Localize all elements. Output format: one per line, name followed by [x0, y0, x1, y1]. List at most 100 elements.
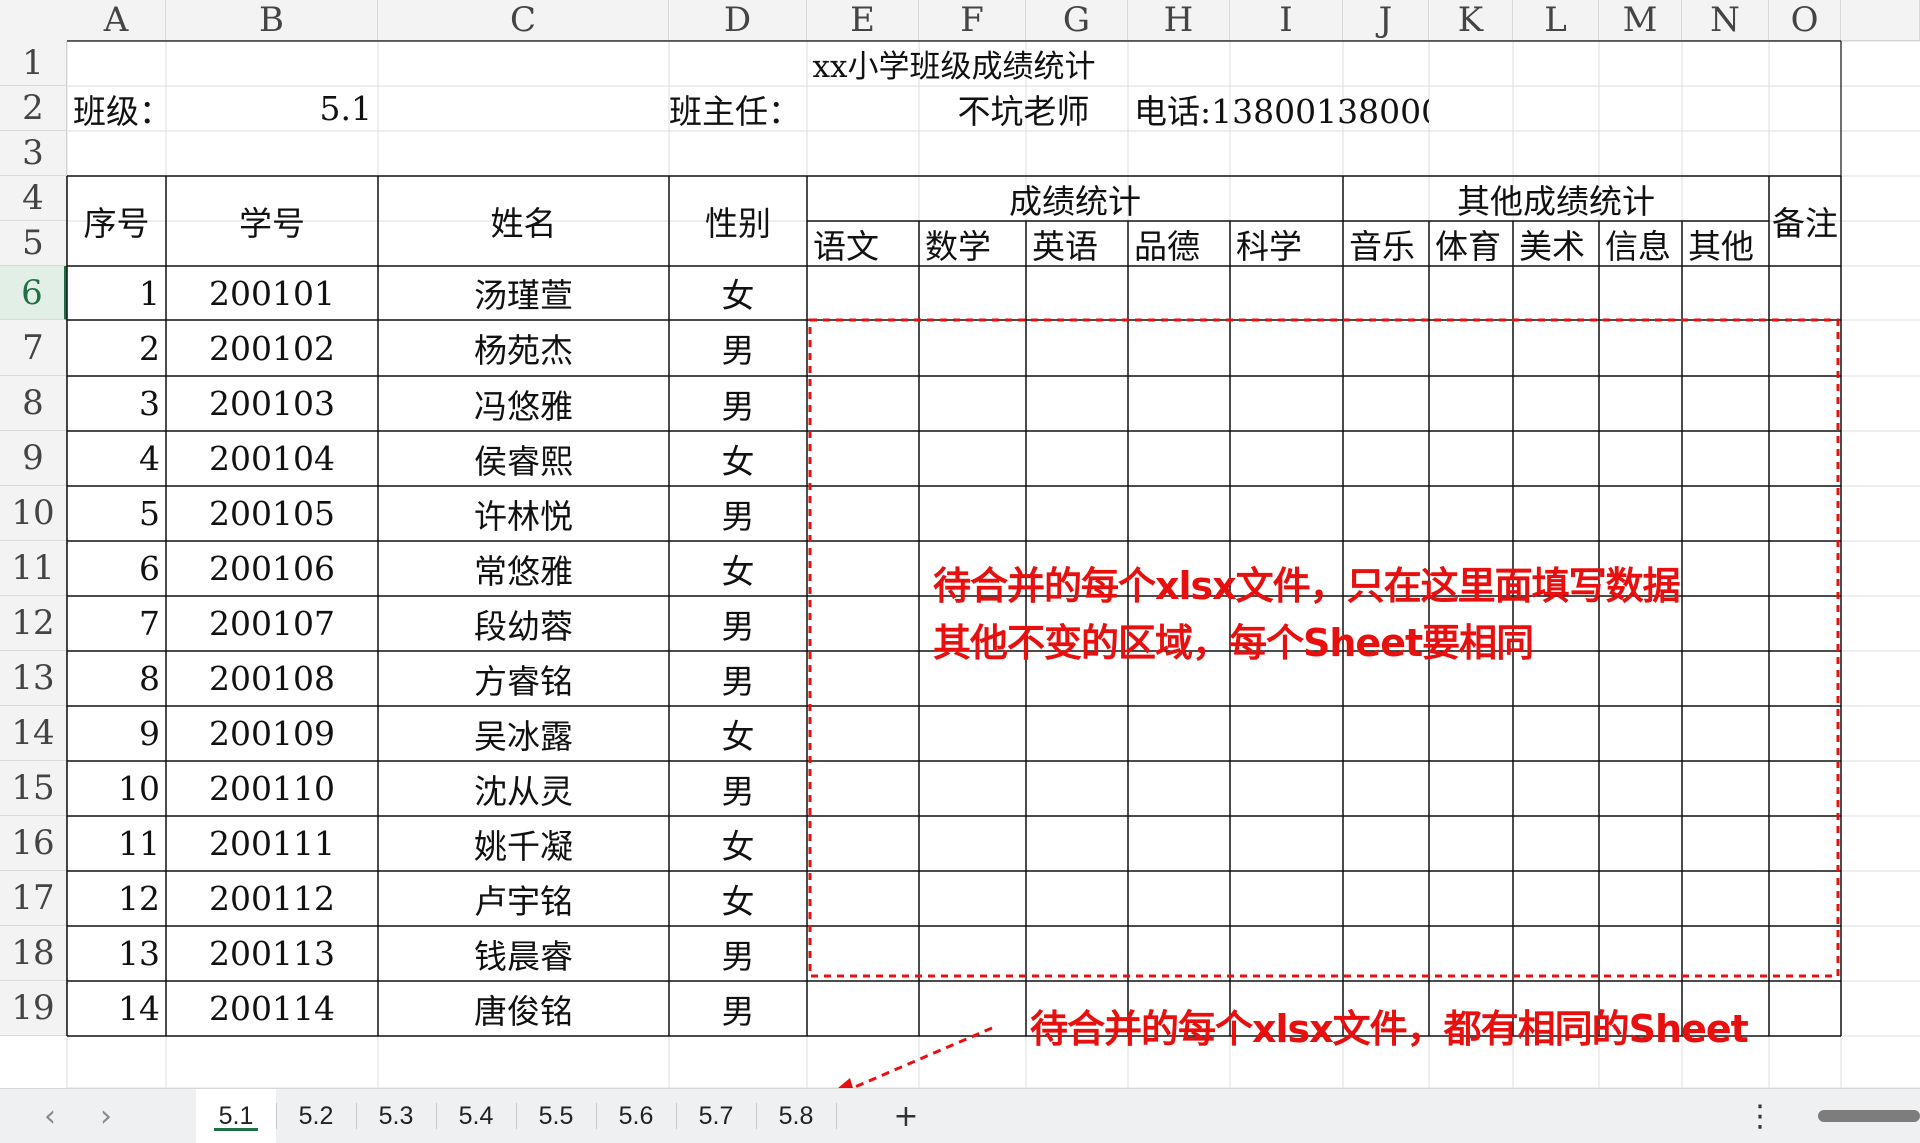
sheet-tab-5-2[interactable]: 5.2	[276, 1089, 356, 1143]
spreadsheet-grid[interactable]: ABCDEFGHIJKLMNO 1 2 3 4 5 6 7 8 9 10 11 12 13 14 15 16 1…	[0, 0, 1920, 1088]
student-seq[interactable]: 11	[67, 816, 166, 871]
student-name[interactable]: 常悠雅	[378, 541, 669, 596]
sheet-title[interactable]: xx小学班级成绩统计	[67, 41, 1841, 86]
header-name[interactable]: 姓名	[378, 176, 669, 266]
header-subject-8[interactable]: 美术	[1513, 221, 1599, 266]
student-name[interactable]: 吴冰露	[378, 706, 669, 761]
student-seq[interactable]: 14	[67, 981, 166, 1036]
sheet-tab-bar: ‹ › 5.1 5.2 5.3 5.4 5.5 5.6 5.7 5.8 + ⋮	[0, 1088, 1920, 1143]
student-gender[interactable]: 女	[669, 706, 807, 761]
student-id[interactable]: 200112	[166, 871, 378, 926]
student-id[interactable]: 200104	[166, 431, 378, 486]
student-gender[interactable]: 男	[669, 596, 807, 651]
student-gender[interactable]: 女	[669, 266, 807, 320]
student-gender[interactable]: 男	[669, 651, 807, 706]
student-gender[interactable]: 男	[669, 376, 807, 431]
student-id[interactable]: 200105	[166, 486, 378, 541]
sheet-tab-label: 5.8	[778, 1101, 814, 1130]
header-subject-6[interactable]: 音乐	[1343, 221, 1429, 266]
header-subject-5[interactable]: 科学	[1230, 221, 1343, 266]
student-seq[interactable]: 3	[67, 376, 166, 431]
annotation-fill-line2: 其他不变的区域，每个Sheet要相同	[933, 621, 1534, 665]
student-seq[interactable]: 10	[67, 761, 166, 816]
add-sheet-button[interactable]: +	[886, 1089, 926, 1143]
sheet-tab-label: 5.2	[298, 1101, 334, 1130]
sheet-tab-5-6[interactable]: 5.6	[596, 1089, 676, 1143]
student-name[interactable]: 钱晨睿	[378, 926, 669, 981]
class-value[interactable]: 5.1	[166, 86, 378, 131]
student-name[interactable]: 方睿铭	[378, 651, 669, 706]
student-name[interactable]: 沈从灵	[378, 761, 669, 816]
sheet-tab-5-3[interactable]: 5.3	[356, 1089, 436, 1143]
header-subject-2[interactable]: 数学	[919, 221, 1026, 266]
header-subject-7[interactable]: 体育	[1429, 221, 1513, 266]
header-subject-1[interactable]: 语文	[807, 221, 919, 266]
student-name[interactable]: 段幼蓉	[378, 596, 669, 651]
student-seq[interactable]: 9	[67, 706, 166, 761]
student-id[interactable]: 200113	[166, 926, 378, 981]
header-subject-10[interactable]: 其他	[1682, 221, 1769, 266]
student-id[interactable]: 200111	[166, 816, 378, 871]
student-name[interactable]: 侯睿熙	[378, 431, 669, 486]
class-label[interactable]: 班级：	[67, 86, 166, 131]
student-name[interactable]: 汤瑾萱	[378, 266, 669, 320]
header-remark[interactable]: 备注	[1769, 176, 1841, 266]
student-id[interactable]: 200108	[166, 651, 378, 706]
student-name[interactable]: 姚千凝	[378, 816, 669, 871]
student-gender[interactable]: 女	[669, 871, 807, 926]
student-seq[interactable]: 6	[67, 541, 166, 596]
more-vertical-icon: ⋮	[1745, 1098, 1775, 1134]
sheet-tab-5-8[interactable]: 5.8	[756, 1089, 836, 1143]
student-name[interactable]: 唐俊铭	[378, 981, 669, 1036]
student-seq[interactable]: 13	[67, 926, 166, 981]
header-subject-4[interactable]: 品德	[1128, 221, 1230, 266]
student-seq[interactable]: 8	[67, 651, 166, 706]
teacher-name[interactable]: 不坑老师	[919, 86, 1128, 131]
sheet-tab-5-4[interactable]: 5.4	[436, 1089, 516, 1143]
annotation-sheet-note: 待合并的每个xlsx文件，都有相同的Sheet	[1030, 1007, 1749, 1051]
prev-sheet-button[interactable]: ‹	[30, 1089, 70, 1143]
student-seq[interactable]: 7	[67, 596, 166, 651]
student-gender[interactable]: 男	[669, 926, 807, 981]
student-name[interactable]: 杨苑杰	[378, 320, 669, 376]
header-seq[interactable]: 序号	[67, 176, 166, 266]
header-gender[interactable]: 性别	[669, 176, 807, 266]
student-id[interactable]: 200110	[166, 761, 378, 816]
header-score-group[interactable]: 成绩统计	[807, 176, 1343, 221]
sheet-tab-label: 5.5	[538, 1101, 574, 1130]
student-name[interactable]: 卢宇铭	[378, 871, 669, 926]
student-id[interactable]: 200102	[166, 320, 378, 376]
teacher-label[interactable]: 班主任：	[669, 86, 807, 131]
student-id[interactable]: 200114	[166, 981, 378, 1036]
student-id[interactable]: 200101	[166, 266, 378, 320]
student-seq[interactable]: 4	[67, 431, 166, 486]
student-gender[interactable]: 女	[669, 816, 807, 871]
sheet-tab-5-7[interactable]: 5.7	[676, 1089, 756, 1143]
student-gender[interactable]: 男	[669, 320, 807, 376]
student-gender[interactable]: 男	[669, 981, 807, 1036]
student-seq[interactable]: 5	[67, 486, 166, 541]
student-seq[interactable]: 12	[67, 871, 166, 926]
student-id[interactable]: 200109	[166, 706, 378, 761]
student-gender[interactable]: 女	[669, 431, 807, 486]
more-options-button[interactable]: ⋮	[1740, 1089, 1780, 1143]
student-id[interactable]: 200106	[166, 541, 378, 596]
student-seq[interactable]: 2	[67, 320, 166, 376]
header-subject-9[interactable]: 信息	[1599, 221, 1682, 266]
sheet-tab-5-5[interactable]: 5.5	[516, 1089, 596, 1143]
student-gender[interactable]: 男	[669, 486, 807, 541]
header-subject-3[interactable]: 英语	[1026, 221, 1128, 266]
student-name[interactable]: 冯悠雅	[378, 376, 669, 431]
student-id[interactable]: 200103	[166, 376, 378, 431]
student-gender[interactable]: 女	[669, 541, 807, 596]
student-name[interactable]: 许林悦	[378, 486, 669, 541]
sheet-tab-5-1[interactable]: 5.1	[196, 1089, 276, 1143]
student-gender[interactable]: 男	[669, 761, 807, 816]
student-id[interactable]: 200107	[166, 596, 378, 651]
next-sheet-button[interactable]: ›	[86, 1089, 126, 1143]
header-student-id[interactable]: 学号	[166, 176, 378, 266]
phone-number[interactable]: 电话:13800138000	[1128, 86, 1429, 131]
horizontal-scrollbar[interactable]	[1818, 1110, 1920, 1122]
header-other-group[interactable]: 其他成绩统计	[1343, 176, 1769, 221]
student-seq[interactable]: 1	[67, 266, 166, 320]
